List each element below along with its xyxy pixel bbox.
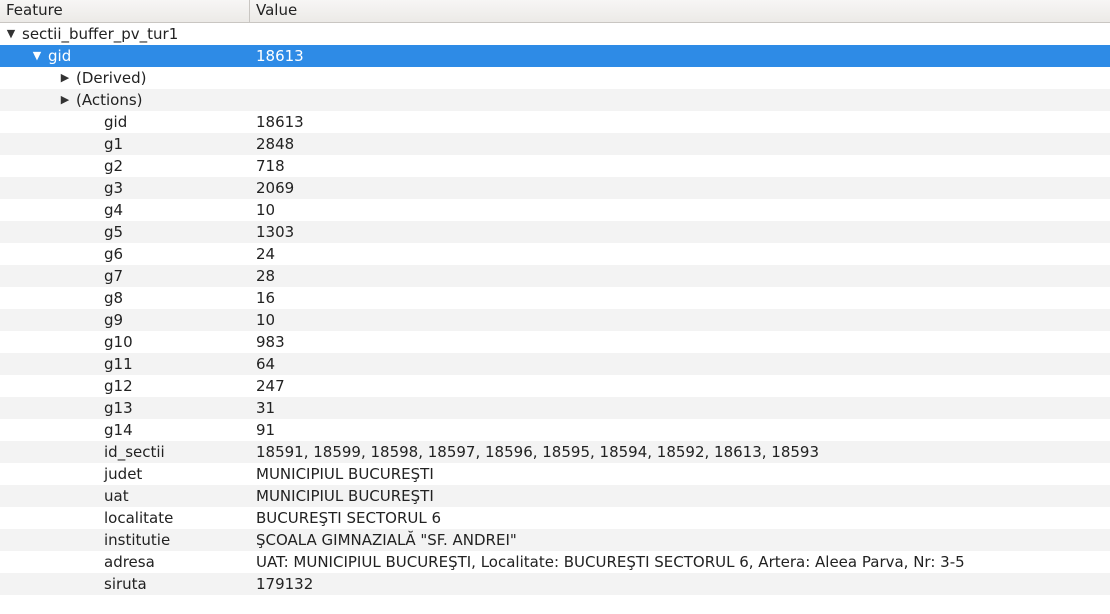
attr-key: g3 bbox=[104, 177, 123, 199]
column-header-value[interactable]: Value bbox=[250, 0, 1110, 22]
attr-row[interactable]: •g8 16 bbox=[0, 287, 1110, 309]
attr-row[interactable]: •siruta 179132 bbox=[0, 573, 1110, 595]
attr-value: 24 bbox=[250, 243, 1110, 265]
group-label: (Derived) bbox=[76, 67, 146, 89]
attr-value: 10 bbox=[250, 199, 1110, 221]
attr-key: g13 bbox=[104, 397, 133, 419]
attr-value: 64 bbox=[250, 353, 1110, 375]
attr-key: siruta bbox=[104, 573, 147, 595]
column-header-feature[interactable]: Feature bbox=[0, 0, 250, 22]
tree-feature-item[interactable]: ▼ gid 18613 bbox=[0, 45, 1110, 67]
attr-key: g4 bbox=[104, 199, 123, 221]
tree-layer-item[interactable]: ▼ sectii_buffer_pv_tur1 bbox=[0, 23, 1110, 45]
attr-key: id_sectii bbox=[104, 441, 165, 463]
attr-key: adresa bbox=[104, 551, 155, 573]
layer-name: sectii_buffer_pv_tur1 bbox=[22, 23, 178, 45]
attr-row[interactable]: •adresa UAT: MUNICIPIUL BUCUREŞTI, Local… bbox=[0, 551, 1110, 573]
attr-row[interactable]: •g10 983 bbox=[0, 331, 1110, 353]
attr-value: MUNICIPIUL BUCUREŞTI bbox=[250, 485, 1110, 507]
tree-group-derived[interactable]: ▶ (Derived) bbox=[0, 67, 1110, 89]
attr-row[interactable]: •g11 64 bbox=[0, 353, 1110, 375]
attr-value: 31 bbox=[250, 397, 1110, 419]
attr-key: g12 bbox=[104, 375, 133, 397]
identify-results-panel: Feature Value ▼ sectii_buffer_pv_tur1 ▼ … bbox=[0, 0, 1110, 595]
attr-row[interactable]: •g2 718 bbox=[0, 155, 1110, 177]
attr-value: ŞCOALA GIMNAZIALĂ "SF. ANDREI" bbox=[250, 529, 1110, 551]
tree-group-actions[interactable]: ▶ (Actions) bbox=[0, 89, 1110, 111]
attr-value: MUNICIPIUL BUCUREŞTI bbox=[250, 463, 1110, 485]
attr-value: 1303 bbox=[250, 221, 1110, 243]
attr-row[interactable]: •g1 2848 bbox=[0, 133, 1110, 155]
attr-value: 18613 bbox=[250, 111, 1110, 133]
attr-key: g7 bbox=[104, 265, 123, 287]
attr-key: institutie bbox=[104, 529, 170, 551]
attr-row[interactable]: •g12 247 bbox=[0, 375, 1110, 397]
attr-key: g2 bbox=[104, 155, 123, 177]
attr-key: localitate bbox=[104, 507, 173, 529]
column-header-row: Feature Value bbox=[0, 0, 1110, 23]
attr-value: 16 bbox=[250, 287, 1110, 309]
attr-row[interactable]: •g5 1303 bbox=[0, 221, 1110, 243]
attr-value: 18591, 18599, 18598, 18597, 18596, 18595… bbox=[250, 441, 1110, 463]
attr-row[interactable]: •g3 2069 bbox=[0, 177, 1110, 199]
chevron-right-icon[interactable]: ▶ bbox=[58, 67, 72, 89]
attr-value: 718 bbox=[250, 155, 1110, 177]
attr-key: uat bbox=[104, 485, 129, 507]
attr-value: BUCUREŞTI SECTORUL 6 bbox=[250, 507, 1110, 529]
attr-row[interactable]: •g4 10 bbox=[0, 199, 1110, 221]
column-header-value-label: Value bbox=[256, 1, 297, 19]
attr-key: g6 bbox=[104, 243, 123, 265]
attr-key: g11 bbox=[104, 353, 133, 375]
attr-value: 247 bbox=[250, 375, 1110, 397]
attr-value: UAT: MUNICIPIUL BUCUREŞTI, Localitate: B… bbox=[250, 551, 1110, 573]
attr-value: 2848 bbox=[250, 133, 1110, 155]
attr-value: 10 bbox=[250, 309, 1110, 331]
attr-key: g8 bbox=[104, 287, 123, 309]
attr-value: 2069 bbox=[250, 177, 1110, 199]
attr-key: g10 bbox=[104, 331, 133, 353]
attr-row[interactable]: •g6 24 bbox=[0, 243, 1110, 265]
attr-key: judet bbox=[104, 463, 142, 485]
attr-row[interactable]: •judet MUNICIPIUL BUCUREŞTI bbox=[0, 463, 1110, 485]
column-header-feature-label: Feature bbox=[6, 1, 63, 19]
chevron-right-icon[interactable]: ▶ bbox=[58, 89, 72, 111]
attr-key: g5 bbox=[104, 221, 123, 243]
results-tree: ▼ sectii_buffer_pv_tur1 ▼ gid 18613 ▶ (D… bbox=[0, 23, 1110, 595]
attr-row[interactable]: •institutie ŞCOALA GIMNAZIALĂ "SF. ANDRE… bbox=[0, 529, 1110, 551]
attr-row[interactable]: •gid 18613 bbox=[0, 111, 1110, 133]
attr-key: g9 bbox=[104, 309, 123, 331]
attr-row[interactable]: •localitate BUCUREŞTI SECTORUL 6 bbox=[0, 507, 1110, 529]
attr-value: 179132 bbox=[250, 573, 1110, 595]
attr-row[interactable]: •g7 28 bbox=[0, 265, 1110, 287]
attr-value: 91 bbox=[250, 419, 1110, 441]
attr-value: 28 bbox=[250, 265, 1110, 287]
attr-key: g1 bbox=[104, 133, 123, 155]
chevron-down-icon[interactable]: ▼ bbox=[4, 23, 18, 45]
attr-row[interactable]: •g13 31 bbox=[0, 397, 1110, 419]
attr-key: g14 bbox=[104, 419, 133, 441]
attr-row[interactable]: •uat MUNICIPIUL BUCUREŞTI bbox=[0, 485, 1110, 507]
attr-row[interactable]: •g14 91 bbox=[0, 419, 1110, 441]
attr-key: gid bbox=[104, 111, 127, 133]
attr-row[interactable]: •g9 10 bbox=[0, 309, 1110, 331]
attr-row[interactable]: •id_sectii 18591, 18599, 18598, 18597, 1… bbox=[0, 441, 1110, 463]
feature-value: 18613 bbox=[250, 45, 1110, 67]
feature-key: gid bbox=[48, 45, 71, 67]
group-label: (Actions) bbox=[76, 89, 143, 111]
attr-value: 983 bbox=[250, 331, 1110, 353]
